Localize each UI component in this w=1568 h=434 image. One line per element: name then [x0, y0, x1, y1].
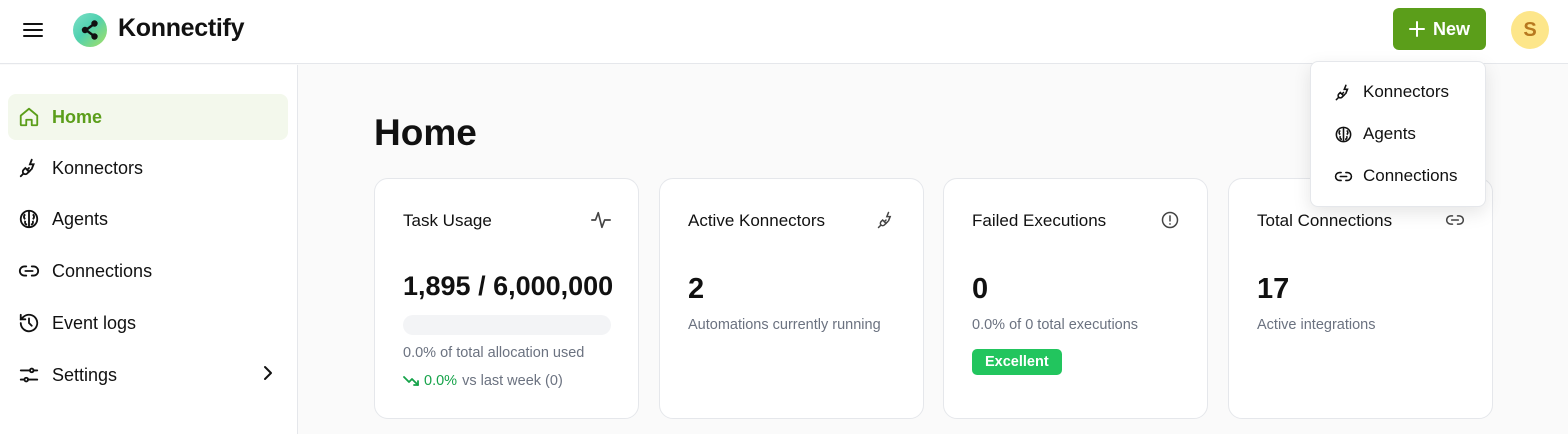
sidebar-item-label: Agents — [52, 208, 109, 229]
new-dropdown-menu: Konnectors Agents Connections — [1310, 61, 1486, 207]
card-subtitle: Automations currently running — [688, 317, 881, 333]
sidebar-item-settings[interactable]: Settings — [8, 352, 288, 398]
sidebar-item-label: Event logs — [52, 312, 137, 333]
sidebar-item-label: Settings — [52, 364, 118, 385]
plug-icon — [1335, 84, 1349, 100]
status-badge: Excellent — [972, 349, 1062, 375]
brain-icon — [1335, 126, 1352, 142]
allocation-text: 0.0% of total allocation used — [403, 345, 585, 361]
history-icon — [18, 312, 40, 334]
new-button-label: New — [1432, 18, 1470, 39]
trend-percent: 0.0% — [424, 373, 458, 389]
top-header: Konnectify New S — [0, 0, 1568, 64]
dropdown-item-label: Connections — [1363, 166, 1458, 185]
dropdown-item-connections[interactable]: Connections — [1311, 157, 1487, 195]
failed-executions-card: Failed Executions 0 0.0% of 0 total exec… — [943, 178, 1208, 419]
home-icon — [18, 106, 40, 128]
hamburger-icon — [23, 23, 43, 37]
link-icon — [18, 260, 40, 282]
card-title: Task Usage — [403, 211, 492, 230]
task-usage-progress-bar — [403, 315, 611, 335]
link-icon — [1444, 209, 1466, 231]
sliders-icon — [18, 364, 40, 386]
dropdown-item-konnectors[interactable]: Konnectors — [1311, 73, 1487, 111]
plug-icon — [18, 157, 40, 179]
card-subtitle: Active integrations — [1257, 317, 1376, 333]
user-avatar[interactable]: S — [1511, 11, 1549, 49]
chevron-right-icon — [262, 365, 274, 386]
total-connections-card: Total Connections 17 Active integrations — [1228, 178, 1493, 419]
dropdown-item-label: Konnectors — [1363, 82, 1449, 101]
sidebar-item-konnectors[interactable]: Konnectors — [8, 145, 288, 191]
app-logo[interactable] — [73, 13, 107, 47]
sidebar-item-label: Konnectors — [52, 157, 144, 178]
sidebar-item-agents[interactable]: Agents — [8, 196, 288, 242]
trending-down-icon — [403, 376, 419, 386]
dropdown-item-label: Agents — [1363, 124, 1416, 143]
trend-text: vs last week (0) — [462, 373, 563, 389]
share-nodes-icon — [81, 20, 98, 40]
active-konnectors-value: 2 — [688, 273, 705, 305]
new-button[interactable]: New — [1393, 8, 1486, 50]
plus-icon — [1408, 21, 1425, 37]
page-title: Home — [374, 112, 477, 153]
sidebar-item-connections[interactable]: Connections — [8, 248, 288, 294]
failed-executions-value: 0 — [972, 273, 989, 305]
alert-circle-icon — [1159, 209, 1181, 231]
brain-icon — [18, 208, 40, 230]
total-connections-value: 17 — [1257, 273, 1290, 305]
sidebar-item-label: Home — [52, 106, 103, 127]
dropdown-item-agents[interactable]: Agents — [1311, 115, 1487, 153]
card-title: Active Konnectors — [688, 211, 826, 230]
task-usage-value: 1,895 / 6,000,000 — [403, 271, 614, 301]
trend-row: 0.0% vs last week (0) — [403, 373, 563, 389]
card-title: Failed Executions — [972, 211, 1107, 230]
activity-icon — [590, 209, 612, 231]
sidebar-item-label: Connections — [52, 260, 153, 281]
task-usage-card: Task Usage 1,895 / 6,000,000 0.0% of tot… — [374, 178, 639, 419]
sidebar-item-home[interactable]: Home — [8, 94, 288, 140]
sidebar: Home Konnectors Agents Connections Event… — [0, 65, 298, 434]
card-subtitle: 0.0% of 0 total executions — [972, 317, 1139, 333]
hamburger-menu-button[interactable] — [18, 16, 48, 44]
sidebar-item-event-logs[interactable]: Event logs — [8, 300, 288, 346]
link-icon — [1334, 171, 1353, 181]
card-title: Total Connections — [1257, 211, 1393, 230]
app-name: Konnectify — [118, 14, 245, 42]
active-konnectors-card: Active Konnectors 2 Automations currentl… — [659, 178, 924, 419]
plug-icon — [875, 209, 897, 231]
